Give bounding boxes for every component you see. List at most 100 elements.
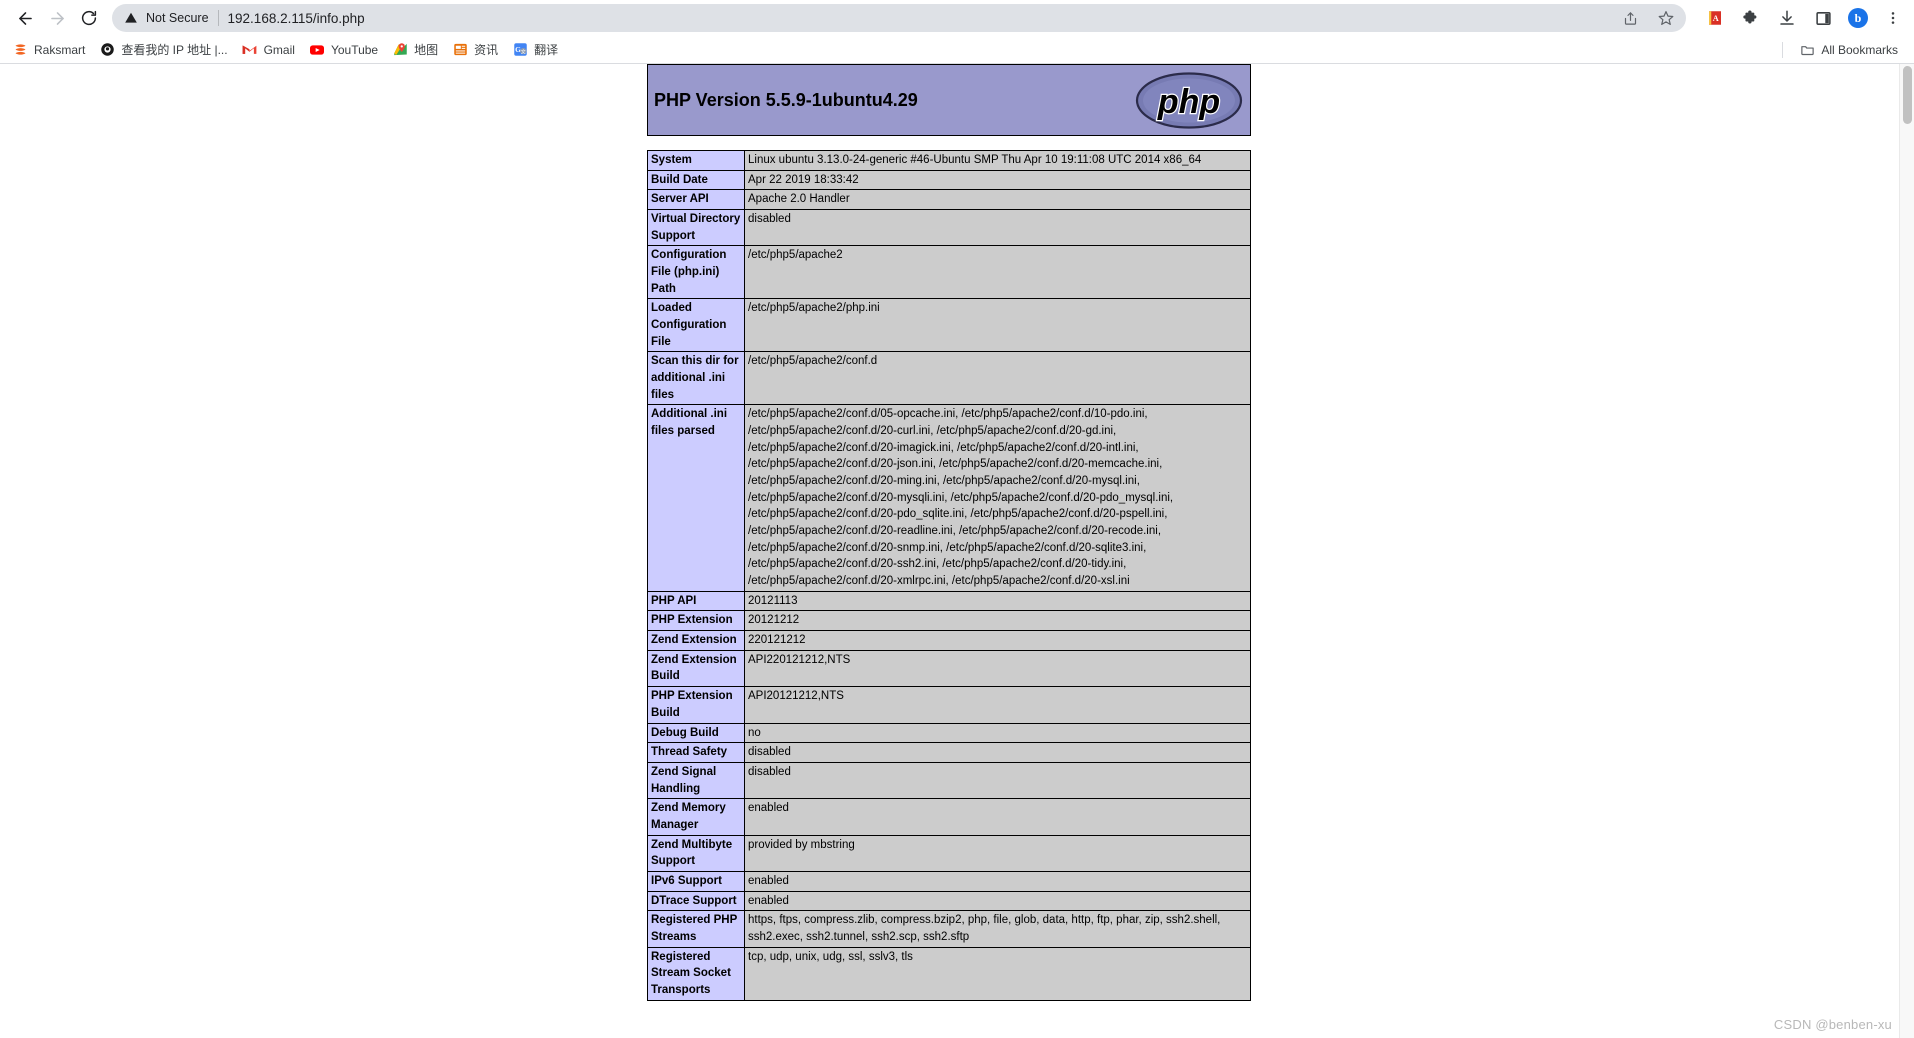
row-value: 20121113 [744,590,1251,612]
row-key: Zend Signal Handling [647,761,745,800]
row-value-line: /etc/php5/apache2 [748,249,843,262]
row-key: Registered PHP Streams [647,910,745,948]
browser-window: Not Secure 192.168.2.115/info.php A b Ra… [0,0,1914,1038]
table-row: Scan this dir for additional .ini files /… [647,351,1251,406]
bookmarks-bar: Raksmart 查看我的 IP 地址 |... Gmail YouTube 地… [0,36,1914,64]
row-key: Loaded Configuration File [647,298,745,353]
table-row: Server API Apache 2.0 Handler [647,189,1251,211]
row-value-line: Apache 2.0 Handler [748,193,850,206]
table-row: Thread Safety disabled [647,742,1251,763]
row-value-line: ssh2.exec, ssh2.tunnel, ssh2.scp, ssh2.s… [748,930,970,943]
side-panel-icon[interactable] [1812,7,1834,29]
svg-text:php: php [1157,83,1220,121]
row-value: disabled [744,761,1251,800]
table-row: System Linux ubuntu 3.13.0-24-generic #46… [647,150,1251,171]
row-key: Zend Extension Build [647,649,745,688]
row-key: Zend Memory Manager [647,798,745,836]
row-value: API220121212,NTS [744,649,1251,688]
news-icon [452,42,468,58]
row-value: /etc/php5/apache2/php.ini [744,298,1251,353]
row-value-line: /etc/php5/apache2/php.ini [748,302,880,315]
row-value-line: API220121212,NTS [748,653,851,666]
php-version-title: PHP Version 5.5.9-1ubuntu4.29 [654,89,918,110]
translate-icon: G 文 [512,42,528,58]
row-value-line: /etc/php5/apache2/conf.d/20-curl.ini, /e… [748,425,1117,438]
arrow-left-icon [18,11,32,25]
row-value-line: Linux ubuntu 3.13.0-24-generic #46-Ubunt… [748,154,1202,166]
bookmark-ip-lookup[interactable]: 查看我的 IP 地址 |... [93,38,235,61]
svg-text:G: G [515,45,521,54]
row-value-line: /etc/php5/apache2/conf.d/20-ssh2.ini, /e… [748,558,1127,571]
arrow-right-icon [50,11,64,25]
bookmark-label: Gmail [263,42,295,57]
row-value-line: /etc/php5/apache2/conf.d/20-ming.ini, /e… [748,475,1140,488]
youtube-icon [309,42,325,58]
bookmark-youtube[interactable]: YouTube [303,39,386,61]
raksmart-icon [12,42,28,58]
row-value-line: /etc/php5/apache2/conf.d/20-mysqli.ini, … [748,491,1174,504]
all-bookmarks-button[interactable]: All Bookmarks [1793,39,1906,61]
row-value-line: API20121212,NTS [748,690,844,703]
all-bookmarks-label: All Bookmarks [1821,42,1898,57]
share-icon[interactable] [1622,10,1639,27]
table-row: Virtual Directory Support disabled [647,209,1251,247]
row-value: API20121212,NTS [744,686,1251,724]
table-row: Zend Multibyte Support provided by mbstri… [647,834,1251,872]
row-key: Thread Safety [647,742,745,763]
table-row: Build Date Apr 22 2019 18:33:42 [647,169,1251,191]
row-key: DTrace Support [647,890,745,912]
phpinfo-container: PHP Version 5.5.9-1ubuntu4.29 php System… [647,64,1251,1001]
row-value-line: provided by mbstring [748,838,855,851]
red-book-extension-icon[interactable]: A [1704,7,1726,29]
row-value-line: /etc/php5/apache2/conf.d/20-snmp.ini, /e… [748,541,1147,554]
table-row: Zend Signal Handling disabled [647,761,1251,800]
bookmark-star-icon[interactable] [1657,10,1674,27]
bookmark-maps[interactable]: 地图 [386,38,446,61]
row-key: System [647,150,745,171]
row-value: /etc/php5/apache2 [744,245,1251,300]
not-secure-icon [124,10,140,26]
extensions-puzzle-icon[interactable] [1740,7,1762,29]
row-value-line: /etc/php5/apache2/conf.d/20-pdo_sqlite.i… [748,508,1168,521]
watermark-text: CSDN @benben-xu [1773,1017,1892,1032]
chrome-menu-icon[interactable] [1882,7,1904,29]
bookmark-label: 地图 [414,43,439,57]
row-value-line: disabled [748,213,791,226]
ip-lookup-icon [99,42,115,58]
phpinfo-header: PHP Version 5.5.9-1ubuntu4.29 php [647,64,1251,136]
row-value: no [744,722,1251,744]
toolbar-actions: A b [1694,7,1904,29]
bookmark-gmail[interactable]: Gmail [236,39,303,61]
row-value: /etc/php5/apache2/conf.d/05-opcache.ini,… [744,404,1251,592]
profile-avatar[interactable]: b [1848,8,1868,28]
row-value: https, ftps, compress.zlib, compress.bzi… [744,910,1251,948]
downloads-icon[interactable] [1776,7,1798,29]
scrollbar-thumb[interactable] [1903,66,1912,124]
row-value: Linux ubuntu 3.13.0-24-generic #46-Ubunt… [744,150,1251,171]
row-value-line: disabled [748,765,791,778]
reload-button[interactable] [74,3,104,33]
page-scrollbar[interactable] [1899,64,1914,1038]
table-row: Zend Memory Manager enabled [647,798,1251,836]
row-value-line: /etc/php5/apache2/conf.d/20-json.ini, /e… [748,458,1163,471]
row-value-line: enabled [748,802,789,815]
back-button[interactable] [10,3,40,33]
row-value-line: https, ftps, compress.zlib, compress.bzi… [748,914,1221,927]
bookmark-raksmart[interactable]: Raksmart [6,39,93,61]
bookmark-translate[interactable]: G 文 翻译 [506,38,566,61]
row-value: provided by mbstring [744,834,1251,872]
phpinfo-table: System Linux ubuntu 3.13.0-24-generic #46… [647,150,1251,1001]
row-value: disabled [744,742,1251,763]
row-value: enabled [744,890,1251,912]
table-row: Additional .ini files parsed/etc/php5/ap… [647,404,1251,592]
address-bar[interactable]: Not Secure 192.168.2.115/info.php [112,4,1686,32]
row-key: Virtual Directory Support [647,209,745,247]
bookmark-news[interactable]: 资讯 [446,38,506,61]
table-row: PHP Extension 20121212 [647,610,1251,632]
table-row: Registered Stream Socket Transports tcp, … [647,946,1251,1001]
table-row: Loaded Configuration File/etc/php5/apach… [647,298,1251,353]
forward-button[interactable] [42,3,72,33]
table-row: IPv6 Support enabled [647,870,1251,892]
row-key: Configuration File (php.ini) Path [647,245,745,300]
row-key: Debug Build [647,722,745,744]
